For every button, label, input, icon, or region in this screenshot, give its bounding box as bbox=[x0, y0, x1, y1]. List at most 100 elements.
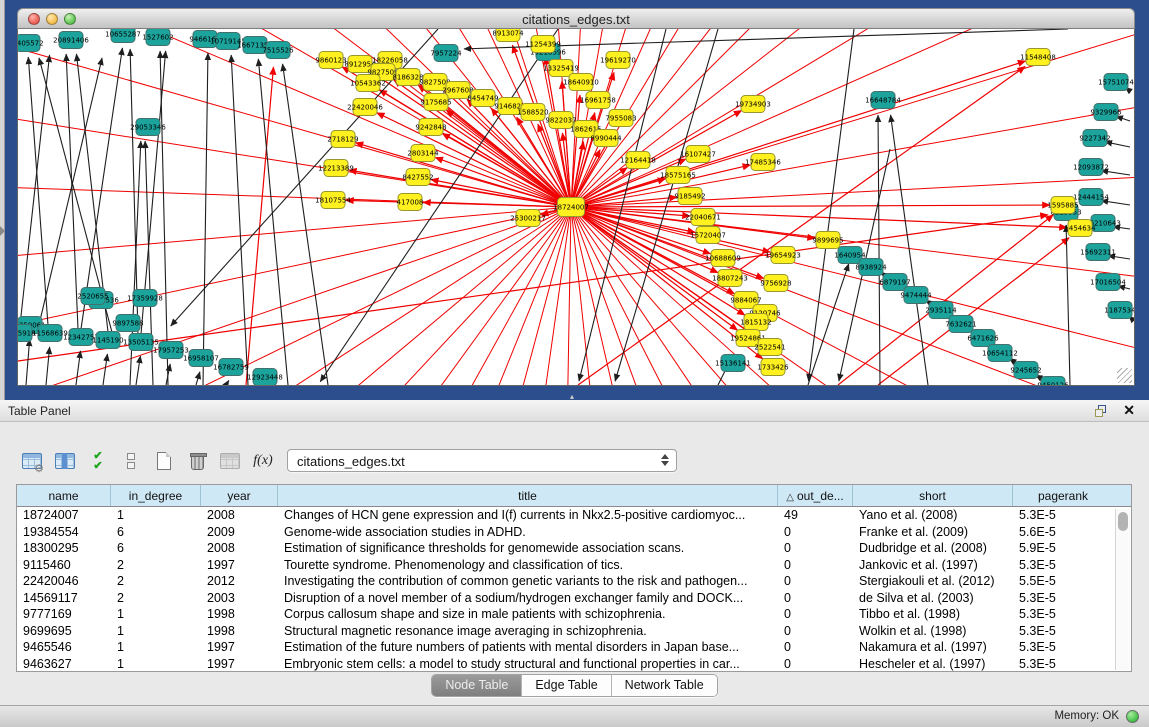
graph-node[interactable]: 15692311 bbox=[1080, 244, 1116, 261]
delete-icon[interactable] bbox=[185, 449, 209, 473]
graph-node[interactable]: 7515526 bbox=[262, 42, 294, 59]
new-document-icon[interactable] bbox=[152, 449, 176, 473]
graph-node[interactable]: 9227342 bbox=[1079, 130, 1110, 147]
graph-node[interactable]: 7632621 bbox=[945, 316, 976, 333]
table-row[interactable]: 1456911722003Disruption of a novel membe… bbox=[17, 590, 1131, 607]
function-builder-icon[interactable]: f(x) bbox=[251, 449, 275, 473]
graph-node[interactable]: 6471626 bbox=[967, 330, 999, 347]
table-row[interactable]: 946554611997Estimation of the future num… bbox=[17, 639, 1131, 656]
table-row[interactable]: 977716911998Corpus callosum shape and si… bbox=[17, 606, 1131, 623]
graph-node[interactable]: 8938924 bbox=[855, 259, 887, 276]
graph-node[interactable]: 7957224 bbox=[430, 45, 462, 62]
close-panel-icon[interactable]: ✕ bbox=[1123, 402, 1135, 419]
column-header[interactable]: in_degree bbox=[111, 485, 201, 506]
column-header[interactable]: △out_de... bbox=[778, 485, 853, 506]
graph-node[interactable]: 19619270 bbox=[600, 52, 636, 69]
graph-node[interactable]: 10688609 bbox=[705, 250, 741, 267]
scrollbar-thumb[interactable] bbox=[1118, 512, 1128, 531]
table-selector[interactable]: citations_edges.txt bbox=[287, 449, 677, 472]
table-row[interactable]: 2242004622012Investigating the contribut… bbox=[17, 573, 1131, 590]
graph-node[interactable]: 1527602 bbox=[142, 29, 173, 46]
graph-node[interactable]: 9756928 bbox=[760, 275, 791, 292]
graph-node[interactable]: 8427552 bbox=[402, 169, 433, 186]
panel-collapse-arrow-icon[interactable] bbox=[0, 226, 5, 236]
graph-node[interactable]: 19654923 bbox=[765, 247, 801, 264]
graph-node[interactable]: 9185492 bbox=[674, 188, 705, 205]
select-all-icon[interactable]: ✔✔ bbox=[86, 449, 110, 473]
table-row[interactable]: 1938455462009Genome-wide association stu… bbox=[17, 524, 1131, 541]
graph-node[interactable]: 18724007 bbox=[553, 198, 589, 217]
graph-node[interactable]: 9329966 bbox=[1090, 104, 1122, 121]
graph-node[interactable]: 1595885 bbox=[1047, 197, 1078, 214]
graph-node[interactable]: 417008 bbox=[397, 194, 424, 211]
graph-node[interactable]: 12093872 bbox=[1073, 159, 1109, 176]
graph-node[interactable]: 9860123 bbox=[315, 52, 346, 69]
graph-node[interactable]: 2718129 bbox=[327, 131, 358, 148]
table-row[interactable]: 969969511998Structural magnetic resonanc… bbox=[17, 623, 1131, 640]
graph-node[interactable]: 17485346 bbox=[745, 154, 781, 171]
tab-node-table[interactable]: Node Table bbox=[432, 675, 521, 696]
graph-node[interactable]: 10655287 bbox=[105, 29, 141, 43]
graph-node[interactable]: 9450126 bbox=[1037, 377, 1069, 386]
graph-node[interactable]: 17359928 bbox=[127, 290, 163, 307]
graph-node[interactable]: 12213389 bbox=[318, 160, 354, 177]
graph-node[interactable]: 2803144 bbox=[407, 145, 439, 162]
graph-node[interactable]: 11548408 bbox=[1020, 49, 1056, 66]
vertical-scrollbar[interactable] bbox=[1115, 509, 1130, 670]
graph-node[interactable]: 10654112 bbox=[982, 345, 1018, 362]
table-row[interactable]: 911546021997Tourette syndrome. Phenomeno… bbox=[17, 557, 1131, 574]
graph-node[interactable]: 9899695 bbox=[812, 232, 843, 249]
float-panel-icon[interactable] bbox=[1095, 405, 1107, 417]
graph-node[interactable]: 1733426 bbox=[757, 359, 789, 376]
graph-node[interactable]: 8990444 bbox=[590, 130, 622, 147]
show-column-icon[interactable] bbox=[53, 449, 77, 473]
graph-node[interactable]: 9245652 bbox=[1010, 362, 1041, 379]
graph-node[interactable]: 2522541 bbox=[754, 339, 785, 356]
graph-node[interactable]: 1588520 bbox=[517, 104, 548, 121]
table-settings-icon[interactable]: ⚙ bbox=[20, 449, 44, 473]
node-label: 7955083 bbox=[605, 115, 636, 123]
network-view[interactable]: 1405572208914061065528715276029466160107… bbox=[17, 29, 1135, 386]
graph-node[interactable]: 18107554 bbox=[315, 192, 351, 209]
graph-node[interactable]: 19734903 bbox=[735, 96, 771, 113]
graph-node[interactable]: 20891406 bbox=[53, 32, 89, 49]
window-resize-grip[interactable] bbox=[1117, 368, 1132, 383]
graph-node[interactable]: 1187534 bbox=[1104, 302, 1134, 319]
import-table-icon[interactable] bbox=[218, 449, 242, 473]
graph-node[interactable]: 1454634 bbox=[1064, 220, 1096, 237]
table-row[interactable]: 1872400712008Changes of HCN gene express… bbox=[17, 507, 1131, 524]
graph-node[interactable]: 2520655 bbox=[77, 288, 108, 305]
network-canvas[interactable]: 1405572208914061065528715276029466160107… bbox=[18, 29, 1134, 385]
graph-node[interactable]: 15136141 bbox=[715, 355, 751, 372]
graph-node[interactable]: 15751074 bbox=[1098, 74, 1134, 91]
graph-node[interactable]: 9474444 bbox=[900, 287, 932, 304]
table-panel-header[interactable]: Table Panel ✕ bbox=[0, 400, 1149, 422]
graph-node[interactable]: 9897588 bbox=[112, 315, 143, 332]
column-header[interactable]: year bbox=[201, 485, 278, 506]
graph-node[interactable]: 12164418 bbox=[620, 152, 656, 169]
graph-node[interactable]: 16961758 bbox=[580, 92, 616, 109]
column-header[interactable]: title bbox=[278, 485, 778, 506]
graph-node[interactable]: 16648784 bbox=[865, 92, 901, 109]
column-header[interactable]: name bbox=[17, 485, 111, 506]
graph-node[interactable]: 12444154 bbox=[1073, 189, 1109, 206]
graph-node[interactable]: 8913074 bbox=[492, 29, 524, 42]
table-row[interactable]: 1830029562008Estimation of significance … bbox=[17, 540, 1131, 557]
graph-node[interactable]: 7955083 bbox=[605, 110, 636, 127]
tab-network-table[interactable]: Network Table bbox=[611, 675, 717, 696]
graph-node[interactable]: 29053346 bbox=[130, 119, 166, 136]
graph-node[interactable]: 1815132 bbox=[740, 314, 771, 331]
graph-node[interactable]: 16107427 bbox=[680, 146, 716, 163]
column-header[interactable]: pagerank bbox=[1013, 485, 1113, 506]
graph-node[interactable]: 9242848 bbox=[415, 119, 446, 136]
tab-edge-table[interactable]: Edge Table bbox=[521, 675, 610, 696]
graph-node[interactable]: 17016504 bbox=[1090, 274, 1126, 291]
row-mode-icon[interactable] bbox=[119, 449, 143, 473]
column-header[interactable]: short bbox=[853, 485, 1013, 506]
table-row[interactable]: 946362711997Embryonic stem cells: a mode… bbox=[17, 656, 1131, 673]
graph-node[interactable]: 9175685 bbox=[420, 94, 451, 111]
graph-node[interactable]: 1145190 bbox=[92, 332, 123, 349]
graph-node[interactable]: 1405572 bbox=[18, 35, 44, 52]
network-window-titlebar[interactable]: citations_edges.txt bbox=[17, 8, 1135, 29]
graph-node[interactable]: 12923448 bbox=[247, 369, 283, 386]
